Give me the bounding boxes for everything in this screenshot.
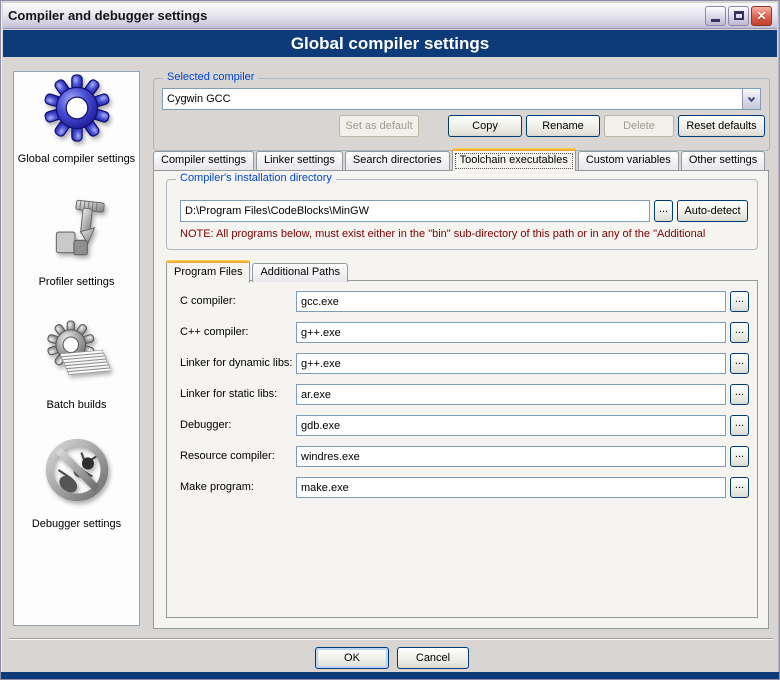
close-icon: ✕: [756, 10, 766, 22]
toolchain-row: Resource compiler: ...: [167, 446, 757, 468]
close-button[interactable]: ✕: [751, 6, 772, 26]
maximize-icon: [734, 11, 744, 20]
auto-detect-button[interactable]: Auto-detect: [677, 200, 748, 222]
tab-linker-settings[interactable]: Linker settings: [256, 151, 343, 170]
sidebar-item-debugger-settings[interactable]: Debugger settings: [16, 433, 137, 530]
sidebar-item-global-compiler-settings[interactable]: Global compiler settings: [16, 74, 137, 165]
ok-button[interactable]: OK: [315, 647, 389, 669]
c-compiler-browse-button[interactable]: ...: [730, 291, 749, 312]
sidebar-item-label: Batch builds: [47, 399, 107, 411]
installation-directory-browse-button[interactable]: ...: [654, 200, 673, 222]
set-as-default-button[interactable]: Set as default: [339, 115, 419, 137]
field-label: Make program:: [180, 481, 254, 493]
toolchain-row: Linker for dynamic libs: ...: [167, 353, 757, 375]
tab-program-files[interactable]: Program Files: [166, 260, 250, 283]
toolchain-row: Make program: ...: [167, 477, 757, 499]
minimize-button[interactable]: [705, 6, 726, 26]
cpp-compiler-browse-button[interactable]: ...: [730, 322, 749, 343]
tab-additional-paths[interactable]: Additional Paths: [252, 263, 348, 282]
reset-defaults-button[interactable]: Reset defaults: [678, 115, 765, 137]
dynamic-linker-input[interactable]: [296, 353, 726, 374]
field-label: Linker for dynamic libs:: [180, 357, 293, 369]
sidebar-item-batch-builds[interactable]: Batch builds: [16, 320, 137, 411]
no-bug-icon: [42, 433, 112, 507]
make-program-browse-button[interactable]: ...: [730, 477, 749, 498]
chevron-down-icon: [747, 96, 756, 103]
caliper-icon: [44, 195, 110, 265]
tab-search-directories[interactable]: Search directories: [345, 151, 450, 170]
toolchain-row: C compiler: ...: [167, 291, 757, 313]
debugger-browse-button[interactable]: ...: [730, 415, 749, 436]
field-label: C++ compiler:: [180, 326, 248, 338]
compiler-settings-dialog: Compiler and debugger settings ✕ Global …: [0, 0, 780, 680]
delete-button[interactable]: Delete: [604, 115, 674, 137]
minimize-icon: [711, 19, 720, 22]
program-files-panel: C compiler: ... C++ compiler: ... Linker…: [166, 280, 758, 618]
cpp-compiler-input[interactable]: [296, 322, 726, 343]
c-compiler-input[interactable]: [296, 291, 726, 312]
field-label: C compiler:: [180, 295, 236, 307]
tab-compiler-settings[interactable]: Compiler settings: [153, 151, 254, 170]
cancel-button[interactable]: Cancel: [397, 647, 469, 669]
window-title: Compiler and debugger settings: [8, 8, 705, 23]
tab-custom-variables[interactable]: Custom variables: [578, 151, 679, 170]
sidebar-item-label: Global compiler settings: [18, 153, 135, 165]
toolchain-executables-panel: Compiler's installation directory ... Au…: [153, 170, 769, 629]
gear-stack-icon: [44, 320, 110, 388]
window-controls: ✕: [705, 6, 772, 26]
make-program-input[interactable]: [296, 477, 726, 498]
compiler-combobox-value[interactable]: [163, 89, 742, 109]
compiler-combobox[interactable]: [162, 88, 761, 110]
combobox-dropdown-button[interactable]: [742, 89, 760, 109]
titlebar[interactable]: Compiler and debugger settings ✕: [3, 3, 777, 29]
footer-separator: [9, 638, 773, 640]
field-label: Linker for static libs:: [180, 388, 277, 400]
bottom-accent-strip: [1, 672, 779, 679]
debugger-input[interactable]: [296, 415, 726, 436]
copy-button[interactable]: Copy: [448, 115, 522, 137]
field-label: Resource compiler:: [180, 450, 275, 462]
selected-compiler-group-label: Selected compiler: [163, 71, 258, 83]
toolchain-row: Linker for static libs: ...: [167, 384, 757, 406]
static-linker-browse-button[interactable]: ...: [730, 384, 749, 405]
sidebar: Global compiler settings Profiler settin…: [13, 71, 140, 626]
installation-directory-input[interactable]: [180, 200, 650, 222]
page-title: Global compiler settings: [3, 30, 777, 57]
sidebar-item-label: Debugger settings: [32, 518, 121, 530]
installation-directory-group: Compiler's installation directory ... Au…: [166, 179, 758, 250]
sidebar-item-label: Profiler settings: [39, 276, 115, 288]
toolchain-row: C++ compiler: ...: [167, 322, 757, 344]
selected-compiler-group: Selected compiler Set as default Copy Re…: [153, 78, 770, 151]
gear-blue-icon: [44, 74, 110, 142]
static-linker-input[interactable]: [296, 384, 726, 405]
rename-button[interactable]: Rename: [526, 115, 600, 137]
field-label: Debugger:: [180, 419, 231, 431]
programs-tab-strip: Program Files Additional Paths: [166, 260, 350, 282]
sidebar-item-profiler-settings[interactable]: Profiler settings: [16, 195, 137, 288]
resource-compiler-input[interactable]: [296, 446, 726, 467]
resource-compiler-browse-button[interactable]: ...: [730, 446, 749, 467]
installation-directory-group-label: Compiler's installation directory: [176, 172, 336, 184]
tab-toolchain-executables[interactable]: Toolchain executables: [452, 148, 576, 171]
settings-tab-strip: Compiler settings Linker settings Search…: [153, 148, 767, 170]
note-text: NOTE: All programs below, must exist eit…: [180, 228, 754, 240]
maximize-button[interactable]: [728, 6, 749, 26]
tab-other-settings[interactable]: Other settings: [681, 151, 765, 170]
dynamic-linker-browse-button[interactable]: ...: [730, 353, 749, 374]
toolchain-row: Debugger: ...: [167, 415, 757, 437]
